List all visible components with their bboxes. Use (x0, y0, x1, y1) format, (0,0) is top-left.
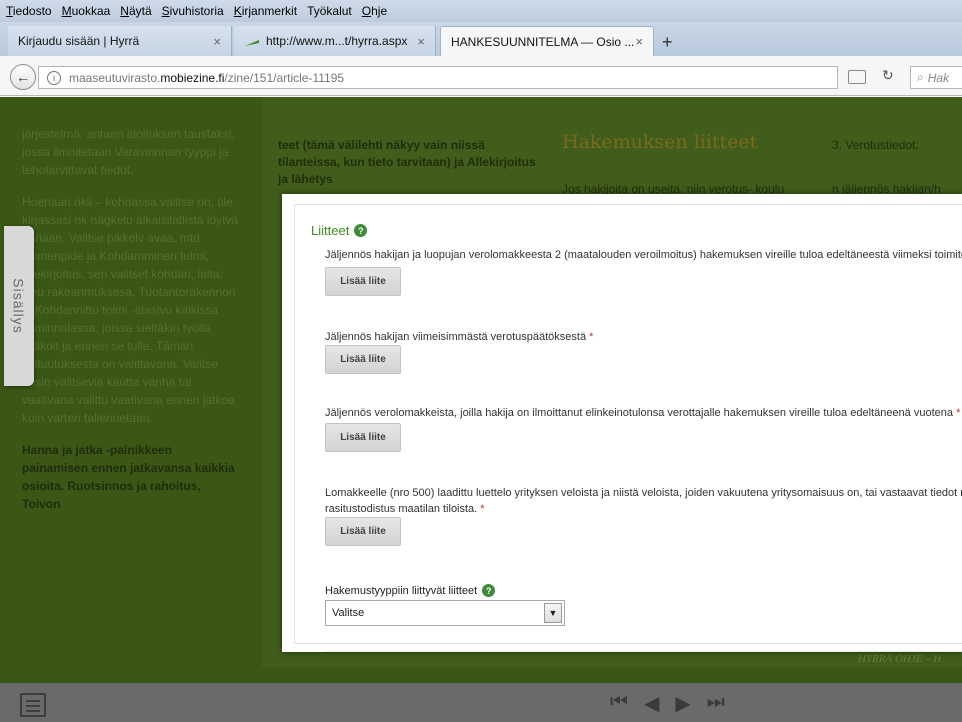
attachment-type-select-value: Valitse (332, 607, 365, 619)
attachments-panel: Liitteet ? Jäljennös hakijan ja luopujan… (294, 204, 962, 652)
left-paragraph: järjestelmä, antaen aloituksen taustaksi… (22, 127, 235, 177)
help-icon[interactable]: ? (482, 584, 496, 597)
menu-edit[interactable]: Muokkaa (62, 4, 111, 18)
leaf-icon (245, 40, 259, 46)
new-tab-button[interactable]: + (662, 32, 673, 53)
left-paragraph: Hoeriaan rikli – kohdassa valitse on, ti… (22, 195, 239, 425)
menu-icon[interactable] (20, 693, 46, 717)
menu-help[interactable]: Ohje (362, 4, 387, 18)
search-icon: ⌕ (917, 70, 924, 84)
back-button[interactable]: ← (10, 64, 36, 90)
tab-login[interactable]: Kirjaudu sisään | Hyrrä × (8, 26, 232, 56)
search-input[interactable]: ⌕ Hak (910, 66, 962, 89)
attachment-type-label: Hakemustyyppiin liittyvät liitteet ? (325, 584, 496, 597)
bottom-toolbar: ⏮ ◀ ▶ ⏭ (0, 683, 962, 722)
left-paragraph: Hanna ja jatka -painikkeen painamisen en… (22, 443, 235, 511)
tab-bar: Kirjaudu sisään | Hyrrä × http://www.m..… (0, 22, 962, 56)
tab-hyrra[interactable]: http://www.m...t/hyrra.aspx × (234, 26, 436, 56)
attachment-label: Jäljennös hakijan viimeisimmästä verotus… (325, 331, 594, 343)
footer-strip (0, 667, 962, 683)
help-icon[interactable]: ? (354, 224, 368, 237)
add-attachment-button[interactable]: Lisää liite (325, 517, 401, 546)
tab-hankesuunnitelma[interactable]: HANKESUUNNITELMA — Osio ... × (440, 26, 654, 56)
contents-side-tab[interactable]: Sisällys (4, 226, 34, 386)
first-page-icon[interactable]: ⏮ (610, 691, 628, 716)
arrow-left-icon: ← (16, 69, 30, 85)
menu-bookmarks[interactable]: Kirjanmerkit (234, 4, 297, 18)
footer-label: HYRRÄ OHJE – H (858, 653, 942, 665)
contents-side-tab-label: Sisällys (11, 278, 27, 334)
close-icon[interactable]: × (213, 34, 221, 49)
chevron-down-icon[interactable]: ▼ (544, 603, 562, 623)
search-placeholder: Hak (927, 70, 950, 85)
right-snippet: 3. Verotustiedot: (832, 138, 919, 152)
menu-bar: Tiedosto Muokkaa Näytä Sivuhistoria Kirj… (0, 0, 962, 22)
add-attachment-button[interactable]: Lisää liite (325, 267, 401, 296)
close-icon[interactable]: × (635, 34, 643, 49)
attachments-title-text: Liitteet (311, 223, 350, 238)
info-icon[interactable]: i (47, 70, 61, 85)
next-page-icon[interactable]: ▶ (675, 691, 690, 716)
reader-view-icon[interactable] (848, 70, 866, 84)
add-attachment-button[interactable]: Lisää liite (325, 345, 401, 374)
menu-history[interactable]: Sivuhistoria (162, 4, 224, 18)
close-icon[interactable]: × (417, 34, 425, 49)
tab-hyrra-label: http://www.m...t/hyrra.aspx (266, 34, 408, 48)
add-attachment-button[interactable]: Lisää liite (325, 423, 401, 452)
url-domain: mobiezine.fi (160, 70, 225, 85)
menu-file[interactable]: Tiedosto (6, 4, 52, 18)
menu-tools[interactable]: Työkalut (307, 4, 352, 18)
navigation-bar: ← i maaseutuvirasto. mobiezine.fi/zine/15… (0, 56, 962, 96)
divider (325, 651, 962, 652)
left-column: järjestelmä, antaen aloituksen taustaksi… (0, 97, 262, 667)
attachment-label: Jäljennös hakijan ja luopujan verolomakk… (325, 249, 962, 261)
attachment-label: Lomakkeelle (nro 500) laadittu luettelo … (325, 487, 962, 515)
main-snippet: teet (tämä välilehti näkyy vain niissä t… (278, 138, 536, 186)
tab-hankesuunnitelma-label: HANKESUUNNITELMA — Osio ... (451, 34, 635, 49)
attachment-label: Jäljennös verolomakkeista, joilla hakija… (325, 407, 961, 419)
attachments-modal: Liitteet ? Jäljennös hakijan ja luopujan… (282, 194, 962, 652)
url-prefix: maaseutuvirasto. (69, 70, 161, 85)
pager: ⏮ ◀ ▶ ⏭ (610, 691, 725, 716)
main-title: Hakemuksen liitteet (562, 131, 758, 153)
address-bar[interactable]: i maaseutuvirasto. mobiezine.fi/zine/151/… (38, 66, 838, 89)
tab-login-label: Kirjaudu sisään | Hyrrä (18, 34, 140, 48)
last-page-icon[interactable]: ⏭ (707, 691, 725, 716)
attachment-type-select[interactable]: Valitse ▼ (325, 600, 565, 626)
menu-view[interactable]: Näytä (120, 4, 151, 18)
previous-page-icon[interactable]: ◀ (644, 691, 659, 716)
url-path: /zine/151/article-11195 (224, 70, 345, 85)
reload-icon[interactable]: ↻ (882, 67, 894, 84)
attachments-title: Liitteet ? (311, 223, 368, 238)
